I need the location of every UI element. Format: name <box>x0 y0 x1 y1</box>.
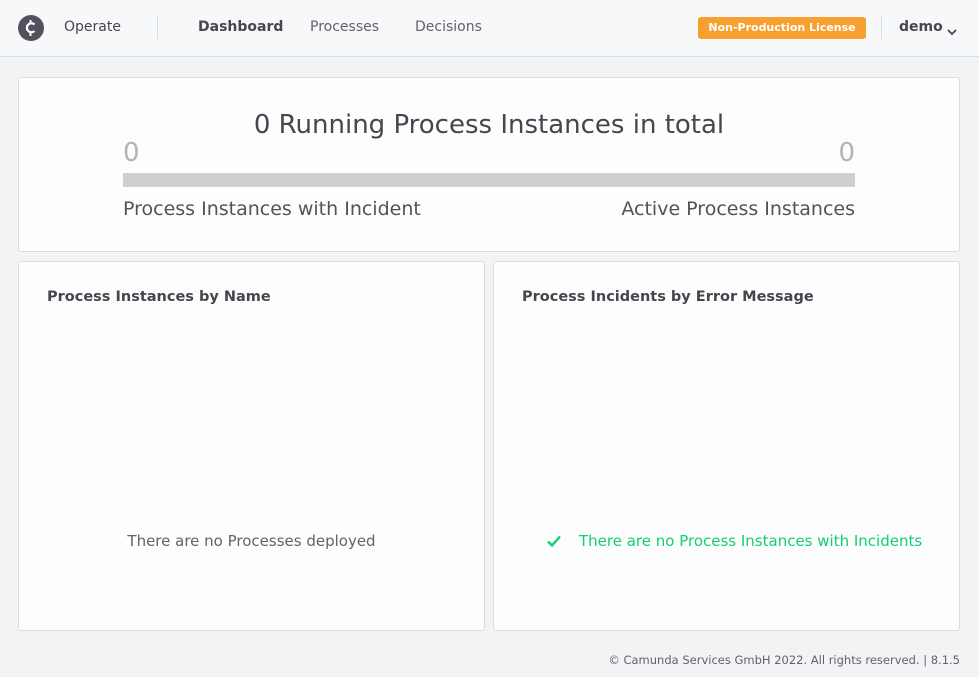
nav-processes[interactable]: Processes <box>310 19 379 35</box>
camunda-logo-icon[interactable] <box>18 15 44 41</box>
user-menu-button[interactable]: demo <box>899 19 957 36</box>
checkmark-icon <box>546 533 562 553</box>
top-bar: Operate Dashboard Processes Decisions No… <box>0 0 979 57</box>
nav-decisions[interactable]: Decisions <box>415 19 482 35</box>
card-title: Process Instances by Name <box>47 289 271 305</box>
active-count[interactable]: 0 <box>838 138 855 168</box>
chevron-down-icon <box>947 24 957 40</box>
app-name[interactable]: Operate <box>64 19 121 35</box>
user-name: demo <box>899 19 943 35</box>
incident-label[interactable]: Process Instances with Incident <box>123 198 421 220</box>
header-divider <box>157 15 158 39</box>
running-instances-summary: 0 Running Process Instances in total 0 0… <box>18 77 960 252</box>
nav-dashboard[interactable]: Dashboard <box>198 19 283 35</box>
incident-count[interactable]: 0 <box>123 138 140 168</box>
license-badge: Non-Production License <box>698 17 866 39</box>
instances-bar <box>123 173 855 187</box>
footer-copyright: © Camunda Services GmbH 2022. All rights… <box>608 653 960 667</box>
no-incidents-text: There are no Process Instances with Inci… <box>579 532 923 550</box>
incidents-by-error-card: Process Incidents by Error Message There… <box>493 261 960 631</box>
summary-title[interactable]: 0 Running Process Instances in total <box>19 110 959 140</box>
header-divider <box>881 15 882 39</box>
empty-state-message: There are no Processes deployed <box>127 532 376 550</box>
instances-by-name-card: Process Instances by Name There are no P… <box>18 261 485 631</box>
active-label[interactable]: Active Process Instances <box>621 198 855 220</box>
card-title: Process Incidents by Error Message <box>522 289 814 305</box>
